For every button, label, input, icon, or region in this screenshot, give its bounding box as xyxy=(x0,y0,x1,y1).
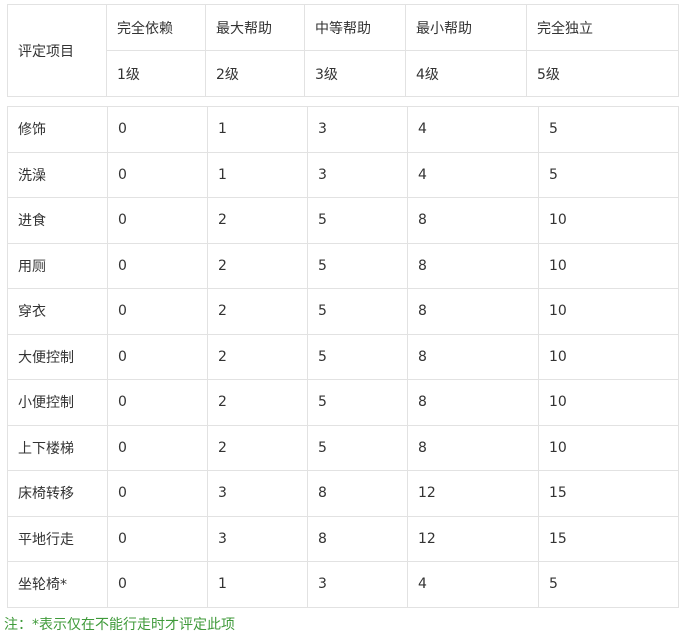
score-cell: 8 xyxy=(307,515,408,562)
score-cell: 5 xyxy=(538,561,679,608)
table-row: 大便控制 0 2 5 8 10 xyxy=(7,333,679,380)
header-item-label: 评定项目 xyxy=(7,4,107,97)
score-cell: 4 xyxy=(407,151,539,198)
score-cell: 15 xyxy=(538,515,679,562)
score-cell: 1 xyxy=(207,151,308,198)
score-cell: 8 xyxy=(407,379,539,426)
table-row: 坐轮椅* 0 1 3 4 5 xyxy=(7,561,679,608)
score-cell: 2 xyxy=(207,197,308,244)
score-cell: 12 xyxy=(407,515,539,562)
score-cell: 8 xyxy=(407,288,539,335)
score-cell: 2 xyxy=(207,288,308,335)
row-item-label: 小便控制 xyxy=(7,379,108,426)
row-item-label: 坐轮椅* xyxy=(7,561,108,608)
score-table-body: 修饰 0 1 3 4 5 洗澡 0 1 3 4 5 进食 0 2 5 8 10 用厕 0 2 5 8 10 穿衣 0 2 5 8 10 大便… xyxy=(7,106,679,608)
score-cell: 3 xyxy=(307,151,408,198)
grade-header-table: 评定项目 完全依赖 最大帮助 中等帮助 最小帮助 完全独立 1级 2级 3级 4… xyxy=(7,4,679,97)
footnote: 注：*表示仅在不能行走时才评定此项 xyxy=(4,617,235,633)
score-cell: 0 xyxy=(107,424,208,471)
score-cell: 5 xyxy=(307,288,408,335)
header-column-name: 最大帮助 xyxy=(205,4,305,51)
score-cell: 1 xyxy=(207,561,308,608)
score-cell: 10 xyxy=(538,333,679,380)
score-cell: 12 xyxy=(407,470,539,517)
score-cell: 3 xyxy=(207,470,308,517)
header-row-grades: 1级 2级 3级 4级 5级 xyxy=(8,50,679,97)
table-row: 小便控制 0 2 5 8 10 xyxy=(7,379,679,426)
score-cell: 0 xyxy=(107,106,208,153)
row-item-label: 用厕 xyxy=(7,242,108,289)
score-cell: 15 xyxy=(538,470,679,517)
score-cell: 0 xyxy=(107,151,208,198)
header-column-grade: 2级 xyxy=(205,50,305,97)
score-cell: 10 xyxy=(538,197,679,244)
table-row: 平地行走 0 3 8 12 15 xyxy=(7,515,679,562)
header-column-grade: 1级 xyxy=(106,50,206,97)
score-cell: 0 xyxy=(107,197,208,244)
score-cell: 8 xyxy=(407,424,539,471)
table-row: 穿衣 0 2 5 8 10 xyxy=(7,288,679,335)
score-table: 修饰 0 1 3 4 5 洗澡 0 1 3 4 5 进食 0 2 5 8 10 用厕 0 2 5 8 10 穿衣 0 2 5 8 10 大便… xyxy=(7,106,679,608)
score-cell: 8 xyxy=(407,242,539,289)
header-column-name: 最小帮助 xyxy=(405,4,527,51)
row-item-label: 洗澡 xyxy=(7,151,108,198)
row-item-label: 上下楼梯 xyxy=(7,424,108,471)
score-cell: 8 xyxy=(407,197,539,244)
score-cell: 8 xyxy=(407,333,539,380)
table-row: 用厕 0 2 5 8 10 xyxy=(7,242,679,289)
score-cell: 4 xyxy=(407,106,539,153)
table-row: 床椅转移 0 3 8 12 15 xyxy=(7,470,679,517)
score-cell: 8 xyxy=(307,470,408,517)
table-row: 洗澡 0 1 3 4 5 xyxy=(7,151,679,198)
table-row: 上下楼梯 0 2 5 8 10 xyxy=(7,424,679,471)
score-cell: 10 xyxy=(538,379,679,426)
score-cell: 5 xyxy=(307,197,408,244)
row-item-label: 进食 xyxy=(7,197,108,244)
score-cell: 3 xyxy=(207,515,308,562)
score-cell: 1 xyxy=(207,106,308,153)
header-column-grade: 4级 xyxy=(405,50,527,97)
table-row: 进食 0 2 5 8 10 xyxy=(7,197,679,244)
row-item-label: 穿衣 xyxy=(7,288,108,335)
header-column-name: 中等帮助 xyxy=(304,4,406,51)
score-cell: 0 xyxy=(107,515,208,562)
header-column-name: 完全独立 xyxy=(526,4,679,51)
score-cell: 0 xyxy=(107,379,208,426)
row-item-label: 平地行走 xyxy=(7,515,108,562)
score-cell: 0 xyxy=(107,561,208,608)
row-item-label: 修饰 xyxy=(7,106,108,153)
score-cell: 2 xyxy=(207,242,308,289)
score-cell: 5 xyxy=(538,106,679,153)
score-cell: 10 xyxy=(538,242,679,289)
score-cell: 2 xyxy=(207,424,308,471)
score-cell: 5 xyxy=(538,151,679,198)
table-row: 修饰 0 1 3 4 5 xyxy=(7,106,679,153)
score-cell: 5 xyxy=(307,333,408,380)
score-cell: 5 xyxy=(307,379,408,426)
score-cell: 2 xyxy=(207,379,308,426)
header-column-grade: 5级 xyxy=(526,50,679,97)
score-cell: 0 xyxy=(107,470,208,517)
header-column-name: 完全依赖 xyxy=(106,4,206,51)
score-cell: 10 xyxy=(538,288,679,335)
score-cell: 3 xyxy=(307,561,408,608)
header-column-grade: 3级 xyxy=(304,50,406,97)
header-row-names: 评定项目 完全依赖 最大帮助 中等帮助 最小帮助 完全独立 xyxy=(7,4,679,97)
score-cell: 0 xyxy=(107,242,208,289)
score-cell: 10 xyxy=(538,424,679,471)
score-cell: 0 xyxy=(107,333,208,380)
score-cell: 4 xyxy=(407,561,539,608)
score-cell: 0 xyxy=(107,288,208,335)
score-cell: 3 xyxy=(307,106,408,153)
row-item-label: 大便控制 xyxy=(7,333,108,380)
score-cell: 5 xyxy=(307,242,408,289)
score-cell: 2 xyxy=(207,333,308,380)
score-cell: 5 xyxy=(307,424,408,471)
row-item-label: 床椅转移 xyxy=(7,470,108,517)
